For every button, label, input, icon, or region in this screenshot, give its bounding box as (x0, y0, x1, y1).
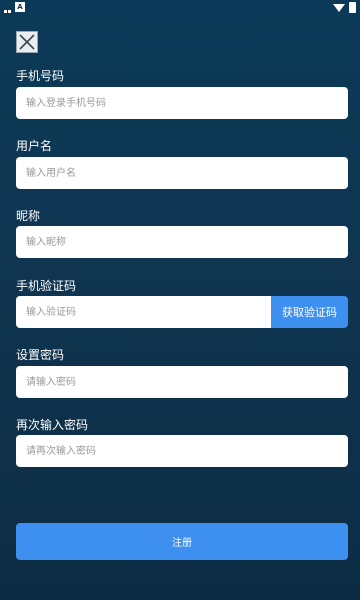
username-input[interactable] (16, 157, 348, 189)
username-label: 用户名 (16, 139, 53, 153)
nickname-input[interactable] (16, 226, 348, 258)
app-notification-icon: A (15, 2, 25, 12)
password-input[interactable] (16, 366, 348, 398)
phone-input[interactable] (16, 87, 348, 119)
notification-dots-icon (4, 0, 12, 17)
close-button[interactable] (16, 31, 38, 53)
wifi-icon (333, 4, 345, 12)
battery-icon (349, 1, 356, 13)
register-button[interactable]: 注册 (16, 523, 348, 560)
code-label: 手机验证码 (16, 279, 77, 293)
status-right (333, 1, 356, 13)
get-code-button[interactable]: 获取验证码 (271, 296, 348, 328)
phone-label: 手机号码 (16, 69, 65, 83)
status-bar: A (0, 0, 360, 14)
password-label: 设置密码 (16, 348, 65, 362)
password-confirm-input[interactable] (16, 435, 348, 467)
code-input[interactable] (16, 296, 271, 328)
status-left: A (4, 0, 25, 17)
nickname-label: 昵称 (16, 209, 41, 223)
close-icon (19, 34, 35, 50)
password-confirm-label: 再次输入密码 (16, 418, 89, 432)
